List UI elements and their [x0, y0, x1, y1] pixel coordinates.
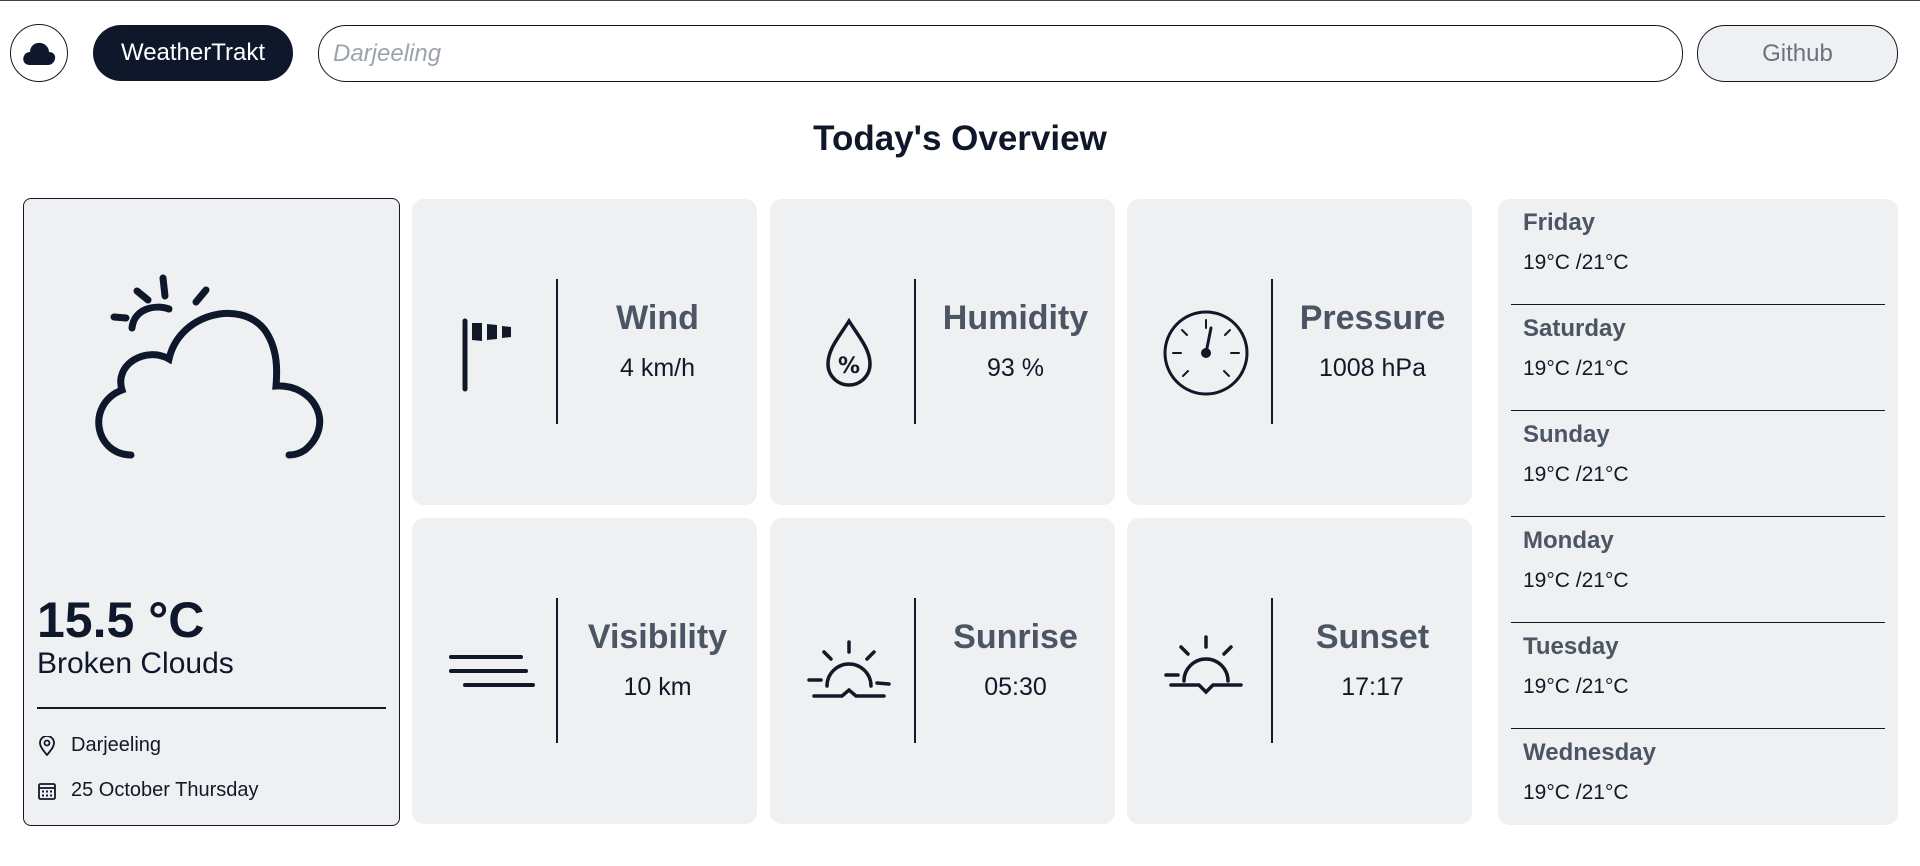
pressure-card: Pressure 1008 hPa: [1127, 199, 1472, 505]
forecast-day: Friday: [1523, 209, 1596, 236]
stat-label: Wind: [616, 299, 699, 337]
sunset-card: Sunset 17:17: [1127, 518, 1472, 824]
stat-value: 10 km: [623, 673, 692, 701]
forecast-temps: 19°C /21°C: [1523, 675, 1629, 698]
forecast-day: Sunday: [1523, 421, 1610, 448]
windsock-icon: [462, 318, 511, 392]
forecast-item: Monday 19°C /21°C: [1511, 517, 1885, 623]
city-search-input[interactable]: [318, 25, 1683, 82]
stat-label: Humidity: [942, 299, 1089, 337]
current-temperature: 15.5 °C: [37, 592, 205, 648]
forecast-item: Saturday 19°C /21°C: [1511, 305, 1885, 411]
forecast-day: Saturday: [1523, 315, 1626, 342]
svg-text:%: %: [838, 354, 860, 379]
stat-label: Pressure: [1299, 299, 1446, 337]
forecast-item: Sunday 19°C /21°C: [1511, 411, 1885, 517]
app-logo-button[interactable]: [10, 24, 68, 82]
cloud-logo-icon: [23, 42, 56, 65]
forecast-list: Friday 19°C /21°C Saturday 19°C /21°C Su…: [1498, 199, 1898, 825]
stat-value: 17:17: [1341, 673, 1404, 701]
current-weather-card: 15.5 °C Broken Clouds Darjeeling 25 Octo…: [23, 198, 400, 826]
stat-value: 93 %: [987, 354, 1044, 382]
visibility-card: Visibility 10 km: [412, 518, 757, 824]
forecast-temps: 19°C /21°C: [1523, 251, 1629, 274]
humidity-card: % Humidity 93 %: [770, 199, 1115, 505]
stat-value: 05:30: [984, 673, 1047, 701]
forecast-item: Wednesday 19°C /21°C: [1511, 729, 1885, 835]
wind-card: Wind 4 km/h: [412, 199, 757, 505]
forecast-temps: 19°C /21°C: [1523, 357, 1629, 380]
page-title: Today's Overview: [813, 119, 1107, 158]
sunset-icon: [1164, 635, 1243, 695]
stat-label: Sunrise: [953, 618, 1078, 656]
stat-label: Sunset: [1315, 618, 1430, 656]
humidity-drop-icon: %: [826, 317, 872, 387]
location-text: Darjeeling: [71, 734, 162, 756]
divider: [37, 707, 386, 709]
forecast-temps: 19°C /21°C: [1523, 781, 1629, 804]
forecast-temps: 19°C /21°C: [1523, 463, 1629, 486]
sunrise-card: Sunrise 05:30: [770, 518, 1115, 824]
forecast-day: Wednesday: [1523, 739, 1656, 766]
forecast-temps: 19°C /21°C: [1523, 569, 1629, 592]
location-row: Darjeeling: [37, 734, 161, 757]
stat-label: Visibility: [587, 618, 728, 656]
sunrise-icon: [807, 640, 891, 698]
stat-value: 1008 hPa: [1318, 354, 1427, 382]
forecast-item: Tuesday 19°C /21°C: [1511, 623, 1885, 729]
forecast-day: Monday: [1523, 527, 1614, 554]
forecast-item: Friday 19°C /21°C: [1511, 199, 1885, 305]
github-button[interactable]: Github: [1697, 25, 1898, 82]
map-pin-icon: [37, 735, 57, 756]
pressure-gauge-icon: [1163, 310, 1249, 396]
date-text: 25 October Thursday: [71, 779, 259, 801]
brand-button[interactable]: WeatherTrakt: [93, 25, 293, 81]
current-condition: Broken Clouds: [37, 647, 234, 680]
haze-lines-icon: [449, 655, 535, 687]
partly-cloudy-icon: [95, 274, 324, 459]
forecast-day: Tuesday: [1523, 633, 1619, 660]
calendar-icon: [37, 781, 57, 801]
date-row: 25 October Thursday: [37, 779, 259, 802]
stat-value: 4 km/h: [619, 354, 696, 382]
